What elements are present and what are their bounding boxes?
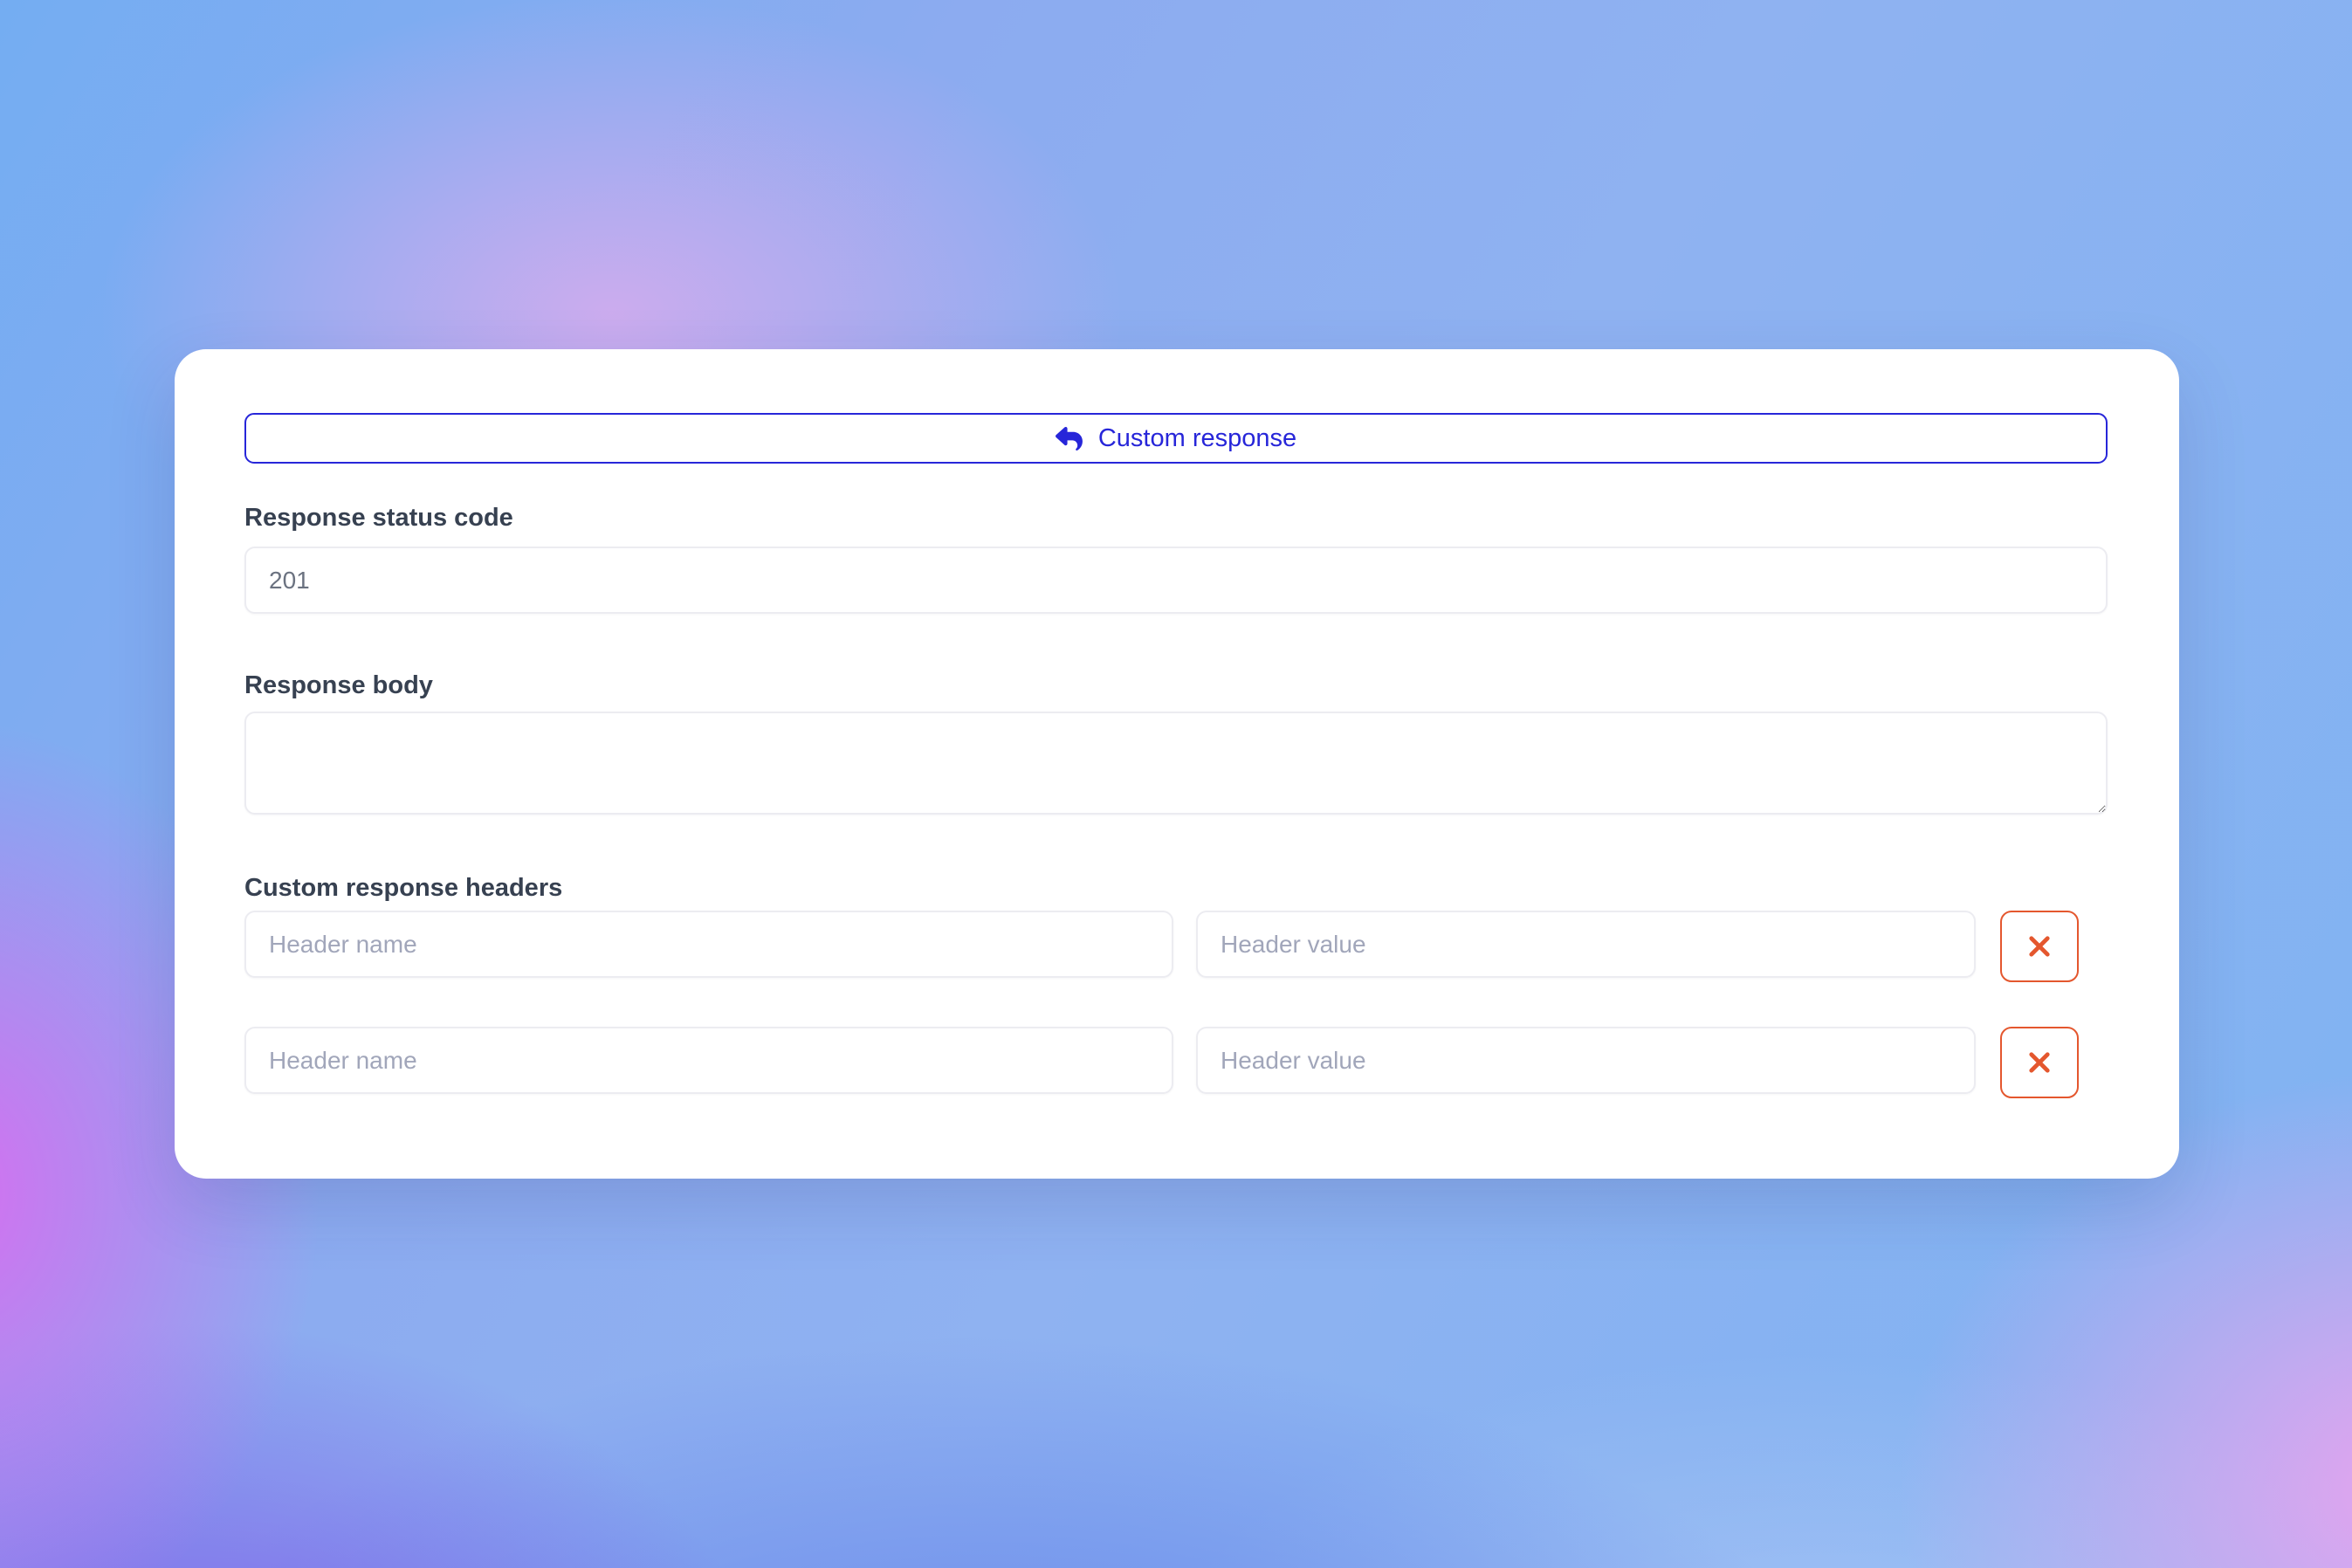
header-name-input[interactable] — [244, 911, 1173, 978]
x-icon — [2025, 1048, 2054, 1077]
header-value-input[interactable] — [1196, 1027, 1976, 1094]
header-name-input[interactable] — [244, 1027, 1173, 1094]
response-body-textarea[interactable] — [244, 712, 2108, 815]
header-row — [244, 1027, 2108, 1098]
remove-header-button[interactable] — [2000, 911, 2079, 982]
gradient-backdrop: { "panel": { "custom_response_button": {… — [0, 0, 2352, 1568]
status-code-input[interactable] — [244, 547, 2108, 614]
custom-response-button[interactable]: Custom response — [244, 413, 2108, 464]
remove-header-button[interactable] — [2000, 1027, 2079, 1098]
status-code-label: Response status code — [244, 503, 2108, 533]
response-body-label: Response body — [244, 671, 2108, 700]
x-icon — [2025, 932, 2054, 961]
header-row — [244, 911, 2108, 982]
reply-icon — [1056, 427, 1083, 450]
header-value-input[interactable] — [1196, 911, 1976, 978]
custom-headers-label: Custom response headers — [244, 873, 2108, 903]
custom-response-panel: Custom response Response status code Res… — [175, 349, 2179, 1179]
custom-response-button-label: Custom response — [1098, 424, 1296, 453]
